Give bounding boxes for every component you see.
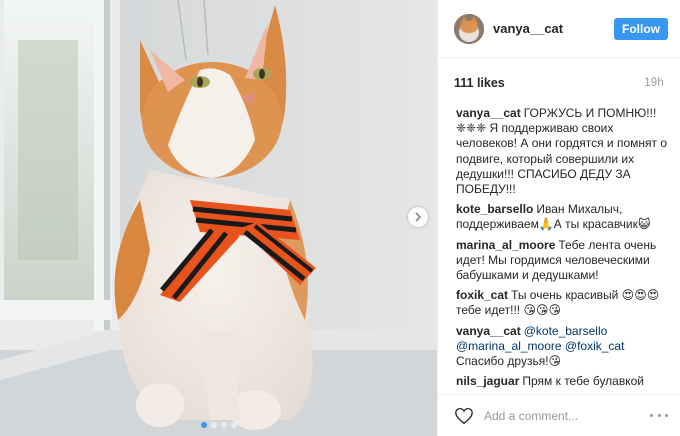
carousel-dot <box>210 422 217 428</box>
avatar-image <box>454 13 484 44</box>
comments-list: vanya__cat ГОРЖУСЬ И ПОМНЮ!!! ❈❈❈ Я подде… <box>438 94 680 390</box>
comment-text: Спасибо друзья!😘 <box>456 354 562 369</box>
comment-item: vanya__cat ГОРЖУСЬ И ПОМНЮ!!! ❈❈❈ Я подде… <box>456 106 668 197</box>
comment-username[interactable]: marina_al_moore <box>456 238 555 252</box>
heart-icon[interactable] <box>454 407 474 425</box>
follow-button[interactable]: Follow <box>614 17 668 40</box>
likes-count[interactable]: 111 likes <box>454 76 505 90</box>
comment-item: foxik_cat Ты очень красивый 😍😍😍 тебе идет… <box>456 288 668 318</box>
comment-mention[interactable]: @marina_al_moore <box>456 339 562 353</box>
comment-bar <box>438 394 680 436</box>
comment-mention[interactable]: @foxik_cat <box>565 339 625 353</box>
comment-item: marina_al_moore Тебе лента очень идет! Мы… <box>456 238 668 284</box>
post-meta: 111 likes 19h <box>438 58 680 94</box>
comment-item: kote_barsello Иван Михалыч, поддерживаем🙏… <box>456 202 668 232</box>
comment-username[interactable]: vanya__cat <box>456 106 521 120</box>
chevron-right-icon <box>415 212 422 222</box>
more-options-icon[interactable] <box>650 413 668 419</box>
comment-username[interactable]: vanya__cat <box>456 324 521 338</box>
comment-item: nils_jaguarПрям к тебе булавкой приколол… <box>456 374 668 390</box>
carousel-dot <box>200 422 207 428</box>
post-photo[interactable] <box>0 0 437 436</box>
cat-photo-image <box>0 0 437 436</box>
comment-username[interactable]: nils_jaguar <box>456 374 519 388</box>
comment-mention[interactable]: @kote_barsello <box>524 324 608 338</box>
comment-username[interactable]: kote_barsello <box>456 202 533 216</box>
comment-username[interactable]: foxik_cat <box>456 288 508 302</box>
carousel-dot <box>230 422 237 428</box>
avatar[interactable] <box>454 13 484 44</box>
add-comment-input[interactable] <box>484 408 650 423</box>
next-photo-button[interactable] <box>408 207 428 227</box>
comment-item: vanya__cat @kote_barsello @marina_al_moor… <box>456 324 668 370</box>
post-time[interactable]: 19h <box>644 77 664 89</box>
username-link[interactable]: vanya__cat <box>493 21 614 36</box>
carousel-indicator <box>0 422 437 428</box>
carousel-dot <box>220 422 227 428</box>
post-details-panel: vanya__cat Follow 111 likes 19h vanya__c… <box>437 0 680 436</box>
post-header: vanya__cat Follow <box>438 0 680 58</box>
